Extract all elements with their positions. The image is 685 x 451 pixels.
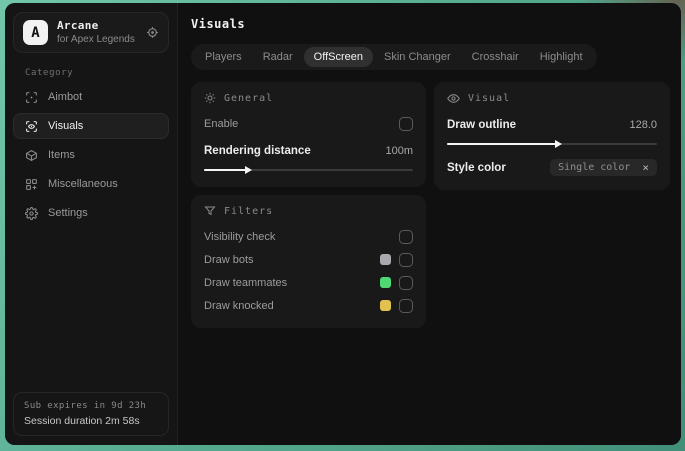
panel-filters-title: Filters — [224, 205, 274, 217]
sidebar: A Arcane for Apex Legends Category Aimbo… — [5, 3, 178, 445]
session-card: Sub expires in 9d 23h Session duration 2… — [13, 392, 169, 436]
brand-name: Arcane — [57, 19, 99, 32]
draw-outline-slider[interactable] — [447, 139, 657, 149]
filter-label: Visibility check — [204, 230, 276, 243]
app-window: A Arcane for Apex Legends Category Aimbo… — [5, 3, 681, 445]
color-swatch[interactable] — [380, 277, 391, 288]
color-swatch[interactable] — [380, 300, 391, 311]
tab-radar[interactable]: Radar — [253, 47, 303, 67]
target-icon[interactable] — [146, 26, 159, 39]
filter-rows: Visibility check Draw bots Draw teammates D… — [204, 226, 413, 316]
aimbot-icon — [24, 91, 38, 104]
sidebar-item-label: Miscellaneous — [48, 178, 118, 191]
clear-icon[interactable]: × — [642, 162, 649, 173]
enable-row: Enable — [204, 113, 413, 134]
panels-grid: General Enable Rendering distance 100m F… — [191, 82, 670, 328]
filter-label: Draw bots — [204, 253, 254, 266]
sidebar-item-label: Visuals — [48, 120, 84, 133]
brand-card: A Arcane for Apex Legends — [13, 12, 169, 54]
style-color-row: Style color Single color × — [447, 157, 657, 178]
color-swatch[interactable] — [380, 254, 391, 265]
tab-highlight[interactable]: Highlight — [530, 47, 593, 67]
panel-visual-header: Visual — [447, 92, 657, 105]
panel-general-header: General — [204, 92, 413, 104]
session-duration-text: Session duration 2m 58s — [24, 415, 140, 427]
brand-logo: A — [23, 20, 48, 46]
miscellaneous-icon — [24, 178, 38, 191]
settings-icon — [24, 206, 38, 220]
sidebar-nav: Aimbot Visuals Items Miscellaneous Settings — [5, 84, 177, 226]
gear-sun-icon — [204, 92, 216, 104]
panel-visual: Visual Draw outline 128.0 Style color Si… — [434, 82, 670, 190]
rendering-distance-slider[interactable] — [204, 165, 413, 175]
tab-players[interactable]: Players — [195, 47, 252, 67]
sub-expires-text: Sub expires in 9d 23h — [24, 401, 147, 411]
enable-checkbox[interactable] — [399, 116, 413, 131]
items-icon — [24, 149, 38, 162]
right-column: Visual Draw outline 128.0 Style color Si… — [434, 82, 670, 190]
filter-checkbox[interactable] — [399, 275, 413, 290]
panel-filters-header: Filters — [204, 205, 413, 217]
category-label: Category — [25, 68, 74, 79]
tab-skin-changer[interactable]: Skin Changer — [374, 47, 461, 67]
style-color-selected: Single color — [558, 162, 631, 173]
rendering-distance-row: Rendering distance 100m — [204, 140, 413, 161]
rendering-distance-label: Rendering distance — [204, 144, 311, 157]
slider-fill — [447, 140, 563, 148]
panel-general: General Enable Rendering distance 100m — [191, 82, 426, 187]
panel-filters: Filters Visibility check Draw bots Draw te… — [191, 195, 426, 328]
filter-checkbox[interactable] — [399, 298, 413, 313]
panel-visual-title: Visual — [468, 93, 511, 104]
brand-text: Arcane for Apex Legends — [57, 19, 137, 46]
filter-label: Draw teammates — [204, 276, 288, 289]
draw-outline-value: 128.0 — [629, 118, 657, 131]
tab-crosshair[interactable]: Crosshair — [462, 47, 529, 67]
style-color-label: Style color — [447, 161, 506, 174]
filter-checkbox[interactable] — [399, 229, 413, 244]
panel-general-title: General — [224, 92, 274, 104]
filter-row-draw-teammates: Draw teammates — [204, 272, 413, 293]
rendering-distance-value: 100m — [385, 144, 413, 157]
enable-label: Enable — [204, 117, 239, 130]
filter-label: Draw knocked — [204, 299, 274, 312]
left-column: General Enable Rendering distance 100m F… — [191, 82, 426, 328]
filter-row-controls — [380, 275, 413, 290]
sidebar-item-aimbot[interactable]: Aimbot — [13, 84, 169, 110]
sidebar-item-label: Items — [48, 149, 75, 162]
draw-outline-label: Draw outline — [447, 118, 517, 131]
tab-offscreen[interactable]: OffScreen — [303, 47, 373, 67]
sidebar-item-miscellaneous[interactable]: Miscellaneous — [13, 171, 169, 197]
visuals-icon — [24, 120, 38, 133]
tab-bar: Players Radar OffScreen Skin Changer Crossha… — [191, 44, 597, 70]
sidebar-item-label: Settings — [48, 207, 88, 220]
funnel-icon — [204, 206, 216, 216]
sidebar-item-visuals[interactable]: Visuals — [13, 113, 169, 140]
sidebar-item-settings[interactable]: Settings — [13, 200, 169, 226]
filter-checkbox[interactable] — [399, 252, 413, 267]
draw-outline-row: Draw outline 128.0 — [447, 114, 657, 135]
main-content: Visuals Players Radar OffScreen Skin Change… — [178, 3, 681, 445]
filter-row-controls — [380, 298, 413, 313]
filter-row-visibility-check: Visibility check — [204, 226, 413, 247]
filter-row-draw-knocked: Draw knocked — [204, 295, 413, 316]
sidebar-item-label: Aimbot — [48, 91, 83, 104]
filter-row-controls — [399, 229, 413, 244]
page-title: Visuals — [191, 17, 246, 31]
slider-fill — [204, 166, 252, 174]
sidebar-item-items[interactable]: Items — [13, 142, 169, 168]
filter-row-controls — [380, 252, 413, 267]
filter-row-draw-bots: Draw bots — [204, 249, 413, 270]
style-color-select[interactable]: Single color × — [550, 159, 657, 176]
brand-subtitle: for Apex Legends — [57, 33, 135, 45]
eye-icon — [447, 94, 460, 103]
